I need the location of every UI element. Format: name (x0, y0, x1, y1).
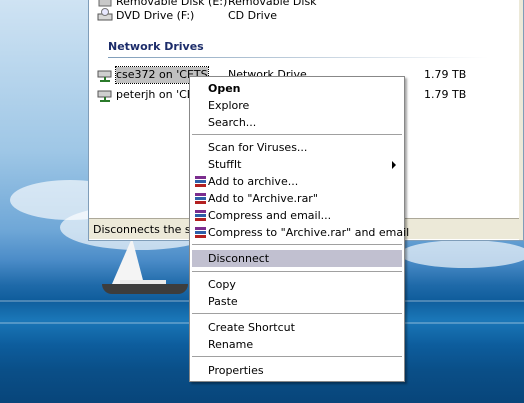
menu-item-disconnect[interactable]: Disconnect (192, 250, 402, 267)
menu-item-compress-and-email[interactable]: Compress and email... (192, 207, 402, 224)
menu-separator (192, 244, 402, 245)
menu-item-label: StuffIt (208, 158, 242, 171)
sailboat-hull (102, 284, 188, 294)
context-menu: Open Explore Search... Scan for Viruses.… (189, 76, 409, 382)
menu-item-search[interactable]: Search... (192, 114, 402, 131)
drive-total-size: 1.79 TB (424, 68, 467, 81)
submenu-arrow-icon (392, 161, 396, 169)
menu-item-label: Search... (208, 116, 257, 129)
menu-item-label: Scan for Viruses... (208, 141, 308, 154)
menu-separator (192, 313, 402, 314)
menu-item-rename[interactable]: Rename (192, 336, 402, 353)
network-drive-icon (97, 67, 113, 83)
window-border (519, 0, 523, 240)
menu-item-add-to-archive-rar[interactable]: Add to "Archive.rar" (192, 190, 402, 207)
menu-separator (192, 356, 402, 357)
menu-item-label: Compress and email... (208, 209, 332, 222)
menu-item-label: Copy (208, 278, 236, 291)
menu-item-stuffit[interactable]: StuffIt (192, 156, 402, 173)
menu-item-label: Rename (208, 338, 254, 351)
winrar-icon (194, 192, 207, 205)
drive-name: DVD Drive (F:) (116, 9, 195, 22)
drive-total-size: 1.79 TB (424, 88, 467, 101)
winrar-icon (194, 209, 207, 222)
menu-item-label: Add to "Archive.rar" (208, 192, 318, 205)
menu-item-create-shortcut[interactable]: Create Shortcut (192, 319, 402, 336)
winrar-icon (194, 175, 207, 188)
menu-item-properties[interactable]: Properties (192, 362, 402, 379)
menu-item-label: Explore (208, 99, 250, 112)
menu-item-open[interactable]: Open (192, 80, 402, 97)
menu-item-copy[interactable]: Copy (192, 276, 402, 293)
menu-item-label: Compress to "Archive.rar" and email (208, 226, 410, 239)
menu-item-paste[interactable]: Paste (192, 293, 402, 310)
cloud (400, 240, 524, 268)
sailboat-sail (112, 238, 144, 284)
menu-item-label: Properties (208, 364, 264, 377)
menu-item-label: Open (208, 82, 241, 95)
menu-item-compress-to-archive-and-email[interactable]: Compress to "Archive.rar" and email (192, 224, 409, 241)
menu-separator (192, 271, 402, 272)
group-title-network-drives: Network Drives (108, 40, 204, 53)
menu-item-label: Add to archive... (208, 175, 299, 188)
menu-separator (192, 134, 402, 135)
menu-item-explore[interactable]: Explore (192, 97, 402, 114)
drive-type: CD Drive (228, 9, 277, 22)
dvd-drive-icon (97, 8, 113, 24)
winrar-icon (194, 226, 207, 239)
menu-item-scan-for-viruses[interactable]: Scan for Viruses... (192, 139, 402, 156)
group-divider (108, 57, 488, 58)
menu-item-add-to-archive[interactable]: Add to archive... (192, 173, 402, 190)
network-drive-icon (97, 87, 113, 103)
menu-item-label: Paste (208, 295, 238, 308)
menu-item-label: Disconnect (208, 252, 270, 265)
menu-item-label: Create Shortcut (208, 321, 295, 334)
